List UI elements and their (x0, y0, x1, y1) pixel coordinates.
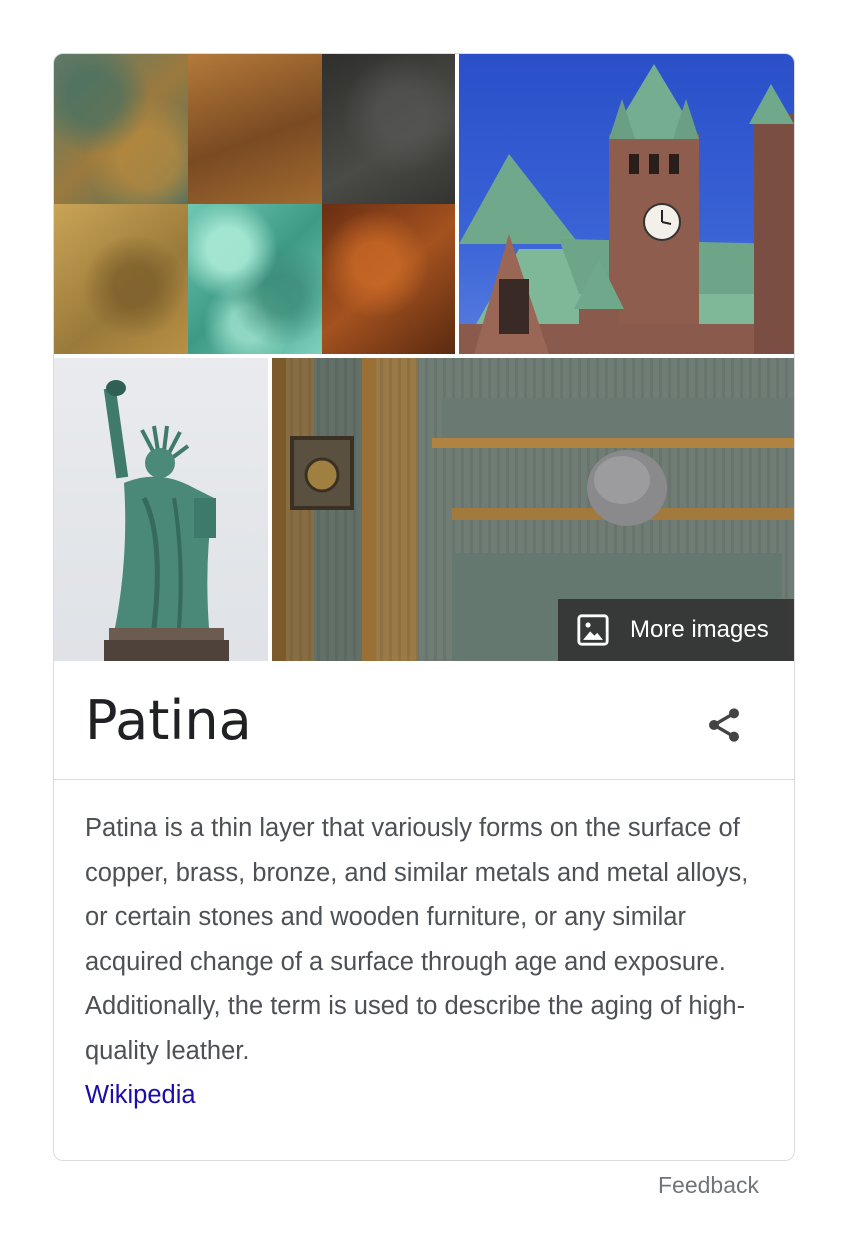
more-images-label: More images (630, 616, 769, 643)
image-clock-tower-building[interactable] (459, 54, 794, 354)
swatch-tile (54, 204, 188, 354)
swatch-tile (322, 54, 455, 204)
panel-description: Patina is a thin layer that variously fo… (85, 806, 755, 1118)
image-statue-of-liberty[interactable] (54, 358, 268, 661)
more-images-button[interactable]: More images (558, 599, 794, 661)
swatch-tile (188, 54, 322, 204)
share-icon (709, 708, 739, 742)
building-illustration (459, 64, 794, 354)
knowledge-panel: More images Patina Patina is a thin laye… (53, 53, 795, 1161)
share-button[interactable] (704, 705, 744, 745)
statue-illustration (103, 380, 229, 661)
image-patina-swatches[interactable] (54, 54, 455, 354)
swatch-tile (322, 204, 455, 354)
wikipedia-link[interactable]: Wikipedia (85, 1073, 755, 1118)
swatch-tile (188, 204, 322, 354)
description-text: Patina is a thin layer that variously fo… (85, 814, 749, 1065)
panel-title: Patina (85, 689, 252, 752)
image-icon (576, 613, 610, 647)
panel-header: Patina (54, 661, 794, 780)
swatch-tile (54, 54, 188, 204)
feedback-link[interactable]: Feedback (658, 1172, 759, 1199)
